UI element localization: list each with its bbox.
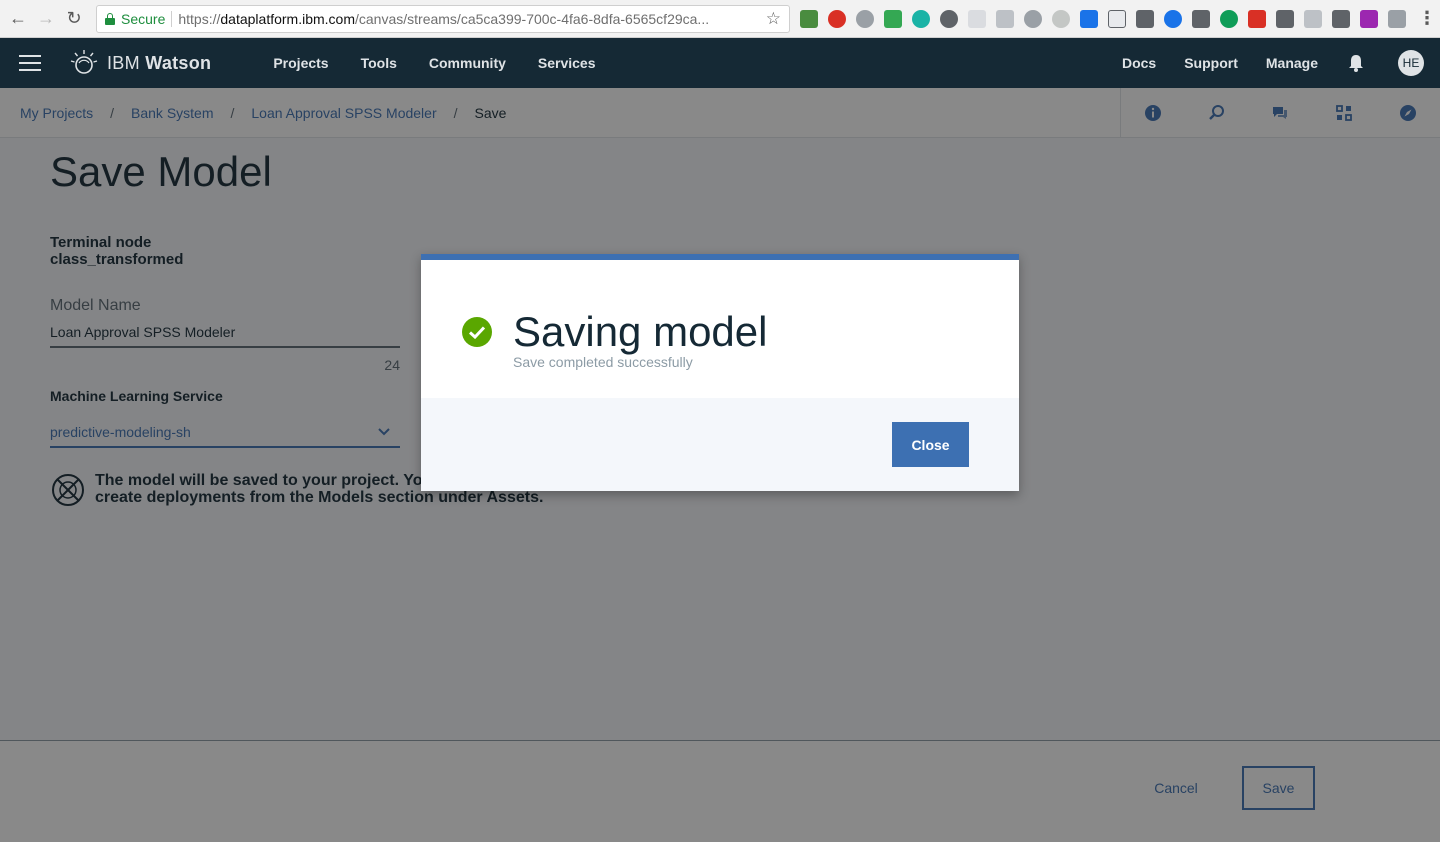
header-right: Docs Support Manage HE	[1122, 38, 1440, 88]
back-icon[interactable]: ←	[4, 5, 32, 33]
browser-toolbar: ← → ↻ Secure https://dataplatform.ibm.co…	[0, 0, 1440, 38]
bookmark-star-icon[interactable]: ☆	[766, 9, 781, 29]
extension-beta-icon[interactable]	[884, 9, 902, 28]
reload-icon[interactable]: ↻	[60, 5, 88, 33]
extension-w-icon[interactable]	[1388, 9, 1406, 28]
modal-footer: Close	[421, 398, 1019, 491]
app-header: IBM Watson Projects Tools Community Serv…	[0, 38, 1440, 88]
extension-spy-icon[interactable]	[1276, 9, 1294, 28]
extension-puzzle-icon[interactable]	[1360, 9, 1378, 28]
modal-title: Saving model	[513, 308, 768, 355]
nav-docs[interactable]: Docs	[1122, 55, 1156, 71]
extension-ring-icon[interactable]	[1052, 9, 1070, 28]
saving-modal: Saving model Save completed successfully…	[421, 254, 1019, 491]
bell-icon[interactable]	[1346, 53, 1366, 73]
extension-window-icon[interactable]	[1304, 9, 1322, 28]
extension-icons	[800, 9, 1416, 28]
address-bar[interactable]: Secure https://dataplatform.ibm.com/canv…	[96, 4, 790, 33]
extension-v-icon[interactable]	[1192, 9, 1210, 28]
success-check-icon	[462, 317, 492, 347]
extension-m-icon[interactable]	[912, 9, 930, 28]
close-button[interactable]: Close	[892, 422, 969, 467]
extension-cors-icon[interactable]	[1248, 9, 1266, 28]
extension-function-icon[interactable]	[1108, 9, 1126, 28]
nav-projects[interactable]: Projects	[273, 55, 328, 71]
extension-pen-icon[interactable]	[1136, 9, 1154, 28]
url-text[interactable]: https://dataplatform.ibm.com/canvas/stre…	[178, 11, 759, 27]
extension-stats-icon[interactable]	[1080, 9, 1098, 28]
nav-services[interactable]: Services	[538, 55, 596, 71]
modal-subtitle: Save completed successfully	[513, 354, 693, 370]
avatar[interactable]: HE	[1398, 50, 1424, 76]
modal-body: Saving model Save completed successfully	[421, 260, 1019, 398]
extension-screen-icon[interactable]	[1332, 9, 1350, 28]
nav-manage[interactable]: Manage	[1266, 55, 1318, 71]
hamburger-menu-icon[interactable]	[19, 55, 41, 71]
brand-name[interactable]: IBM Watson	[107, 53, 211, 74]
extension-brain-icon[interactable]	[940, 9, 958, 28]
extension-new-icon[interactable]	[800, 9, 818, 28]
extension-react-icon[interactable]	[1164, 9, 1182, 28]
extension-abp-icon[interactable]	[856, 9, 874, 28]
forward-icon[interactable]: →	[32, 5, 60, 33]
lock-icon	[105, 12, 115, 25]
extension-pin-icon[interactable]	[968, 9, 986, 28]
extension-target-icon[interactable]	[1220, 9, 1238, 28]
extension-tool-icon[interactable]	[996, 9, 1014, 28]
watson-logo-icon	[70, 50, 98, 74]
extension-opera-icon[interactable]	[828, 9, 846, 28]
nav-community[interactable]: Community	[429, 55, 506, 71]
secure-label: Secure	[121, 10, 166, 27]
nav-support[interactable]: Support	[1184, 55, 1238, 71]
nav-tools[interactable]: Tools	[361, 55, 397, 71]
extension-k-icon[interactable]	[1024, 9, 1042, 28]
browser-menu-icon[interactable]: ⋮	[1418, 8, 1436, 29]
